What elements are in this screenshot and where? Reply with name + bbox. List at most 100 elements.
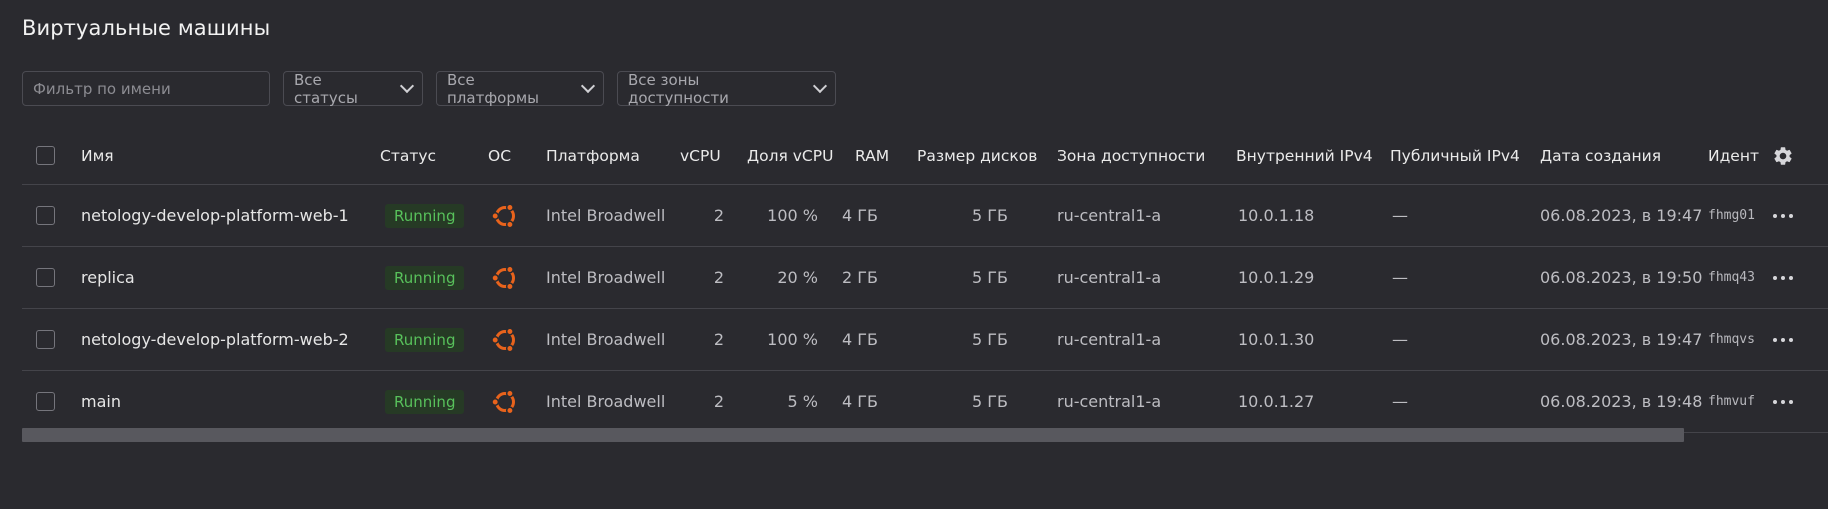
created-cell: 06.08.2023, в 19:48 bbox=[1540, 392, 1703, 411]
ram-cell: 4 ГБ bbox=[842, 392, 878, 411]
col-header-name[interactable]: Имя bbox=[81, 127, 114, 184]
row-checkbox[interactable] bbox=[36, 330, 55, 349]
col-header-ip-internal[interactable]: Внутренний IPv4 bbox=[1236, 127, 1373, 184]
os-cell bbox=[490, 371, 520, 432]
more-icon[interactable] bbox=[1773, 399, 1793, 404]
row-checkbox[interactable] bbox=[36, 392, 55, 411]
ubuntu-icon bbox=[491, 389, 515, 414]
col-header-disk[interactable]: Размер дисков bbox=[917, 127, 1037, 184]
row-menu-cell bbox=[1773, 309, 1793, 370]
ram-cell: 2 ГБ bbox=[842, 268, 878, 287]
zone-cell: ru-central1-a bbox=[1057, 206, 1162, 225]
col-header-id[interactable]: Идент bbox=[1708, 127, 1759, 184]
id-cell: fhmvuf bbox=[1708, 394, 1755, 409]
id-cell: fhmqvs bbox=[1708, 332, 1755, 347]
vcpu-share-cell: 5 % bbox=[787, 392, 818, 411]
platform-cell: Intel Broadwell bbox=[546, 206, 666, 225]
platform-filter-value: Все платформы bbox=[447, 70, 540, 107]
horizontal-scrollbar[interactable] bbox=[22, 428, 1684, 442]
ubuntu-icon bbox=[491, 327, 515, 352]
zone-cell: ru-central1-a bbox=[1057, 268, 1162, 287]
vcpu-share-cell: 100 % bbox=[767, 206, 818, 225]
vm-name[interactable]: main bbox=[81, 371, 121, 432]
os-cell bbox=[490, 309, 520, 370]
disk-cell: 5 ГБ bbox=[972, 206, 1008, 225]
zone-filter-value: Все зоны доступности bbox=[628, 70, 729, 107]
vm-name[interactable]: netology-develop-platform-web-1 bbox=[81, 185, 349, 246]
ubuntu-icon bbox=[491, 265, 515, 290]
id-cell: fhmq43 bbox=[1708, 270, 1755, 285]
col-header-vcpu-share[interactable]: Доля vCPU bbox=[747, 127, 833, 184]
table-settings-button[interactable] bbox=[1772, 127, 1794, 184]
row-menu-cell bbox=[1773, 185, 1793, 246]
os-cell bbox=[490, 247, 520, 308]
status-cell: Running bbox=[385, 371, 465, 432]
vcpu-share-cell: 20 % bbox=[777, 268, 818, 287]
more-icon[interactable] bbox=[1773, 275, 1793, 280]
ip-public-cell: — bbox=[1392, 206, 1408, 225]
disk-cell: 5 ГБ bbox=[972, 330, 1008, 349]
status-badge: Running bbox=[385, 203, 465, 228]
chevron-down-icon bbox=[399, 78, 415, 94]
vm-name[interactable]: replica bbox=[81, 247, 135, 308]
zone-cell: ru-central1-a bbox=[1057, 330, 1162, 349]
chevron-down-icon bbox=[580, 78, 596, 94]
platform-cell: Intel Broadwell bbox=[546, 330, 666, 349]
select-all-checkbox[interactable] bbox=[36, 146, 55, 165]
vm-name[interactable]: netology-develop-platform-web-2 bbox=[81, 309, 349, 370]
table-row[interactable]: netology-develop-platform-web-2 Running … bbox=[22, 309, 1828, 371]
row-menu-cell bbox=[1773, 371, 1793, 432]
zone-filter-select[interactable]: Все зоны доступности bbox=[617, 70, 836, 107]
vm-table: Имя Статус ОС Платформа vCPU Доля vCPU R… bbox=[22, 127, 1828, 433]
ip-internal-cell: 10.0.1.27 bbox=[1238, 392, 1315, 411]
platform-cell: Intel Broadwell bbox=[546, 268, 666, 287]
table-header: Имя Статус ОС Платформа vCPU Доля vCPU R… bbox=[22, 127, 1828, 185]
select-all-cell bbox=[36, 127, 55, 184]
col-header-created[interactable]: Дата создания bbox=[1540, 127, 1661, 184]
zone-cell: ru-central1-a bbox=[1057, 392, 1162, 411]
vm-list-page: Виртуальные машины Все статусы Все платф… bbox=[0, 0, 1828, 509]
ip-internal-cell: 10.0.1.30 bbox=[1238, 330, 1315, 349]
col-header-ip-public[interactable]: Публичный IPv4 bbox=[1390, 127, 1520, 184]
ip-public-cell: — bbox=[1392, 268, 1408, 287]
row-menu-cell bbox=[1773, 247, 1793, 308]
table-row[interactable]: main Running Intel Broadwell 2 5 % 4 ГБ … bbox=[22, 371, 1828, 433]
status-cell: Running bbox=[385, 185, 465, 246]
disk-cell: 5 ГБ bbox=[972, 268, 1008, 287]
platform-filter-select[interactable]: Все платформы bbox=[436, 70, 604, 107]
status-filter-value: Все статусы bbox=[294, 70, 358, 107]
row-select-cell bbox=[36, 371, 55, 432]
col-header-platform[interactable]: Платформа bbox=[546, 127, 640, 184]
ram-cell: 4 ГБ bbox=[842, 330, 878, 349]
col-header-ram[interactable]: RAM bbox=[855, 127, 889, 184]
table-row[interactable]: netology-develop-platform-web-1 Running … bbox=[22, 185, 1828, 247]
col-header-zone[interactable]: Зона доступности bbox=[1057, 127, 1205, 184]
os-cell bbox=[490, 185, 520, 246]
ram-cell: 4 ГБ bbox=[842, 206, 878, 225]
col-header-os[interactable]: ОС bbox=[488, 127, 511, 184]
status-filter-select[interactable]: Все статусы bbox=[283, 70, 423, 107]
ip-internal-cell: 10.0.1.18 bbox=[1238, 206, 1315, 225]
ip-public-cell: — bbox=[1392, 330, 1408, 349]
ip-internal-cell: 10.0.1.29 bbox=[1238, 268, 1315, 287]
status-cell: Running bbox=[385, 309, 465, 370]
more-icon[interactable] bbox=[1773, 337, 1793, 342]
vcpu-share-cell: 100 % bbox=[767, 330, 818, 349]
filters-bar: Все статусы Все платформы Все зоны досту… bbox=[22, 70, 836, 107]
name-filter-input[interactable] bbox=[22, 71, 270, 106]
status-badge: Running bbox=[385, 265, 465, 290]
row-checkbox[interactable] bbox=[36, 268, 55, 287]
col-header-status[interactable]: Статус bbox=[380, 127, 436, 184]
status-cell: Running bbox=[385, 247, 465, 308]
row-select-cell bbox=[36, 247, 55, 308]
ubuntu-icon bbox=[491, 203, 515, 228]
disk-cell: 5 ГБ bbox=[972, 392, 1008, 411]
table-row[interactable]: replica Running Intel Broadwell 2 20 % 2… bbox=[22, 247, 1828, 309]
more-icon[interactable] bbox=[1773, 213, 1793, 218]
col-header-vcpu[interactable]: vCPU bbox=[680, 127, 721, 184]
row-select-cell bbox=[36, 309, 55, 370]
row-checkbox[interactable] bbox=[36, 206, 55, 225]
platform-cell: Intel Broadwell bbox=[546, 392, 666, 411]
id-cell: fhmg01 bbox=[1708, 208, 1755, 223]
ip-public-cell: — bbox=[1392, 392, 1408, 411]
